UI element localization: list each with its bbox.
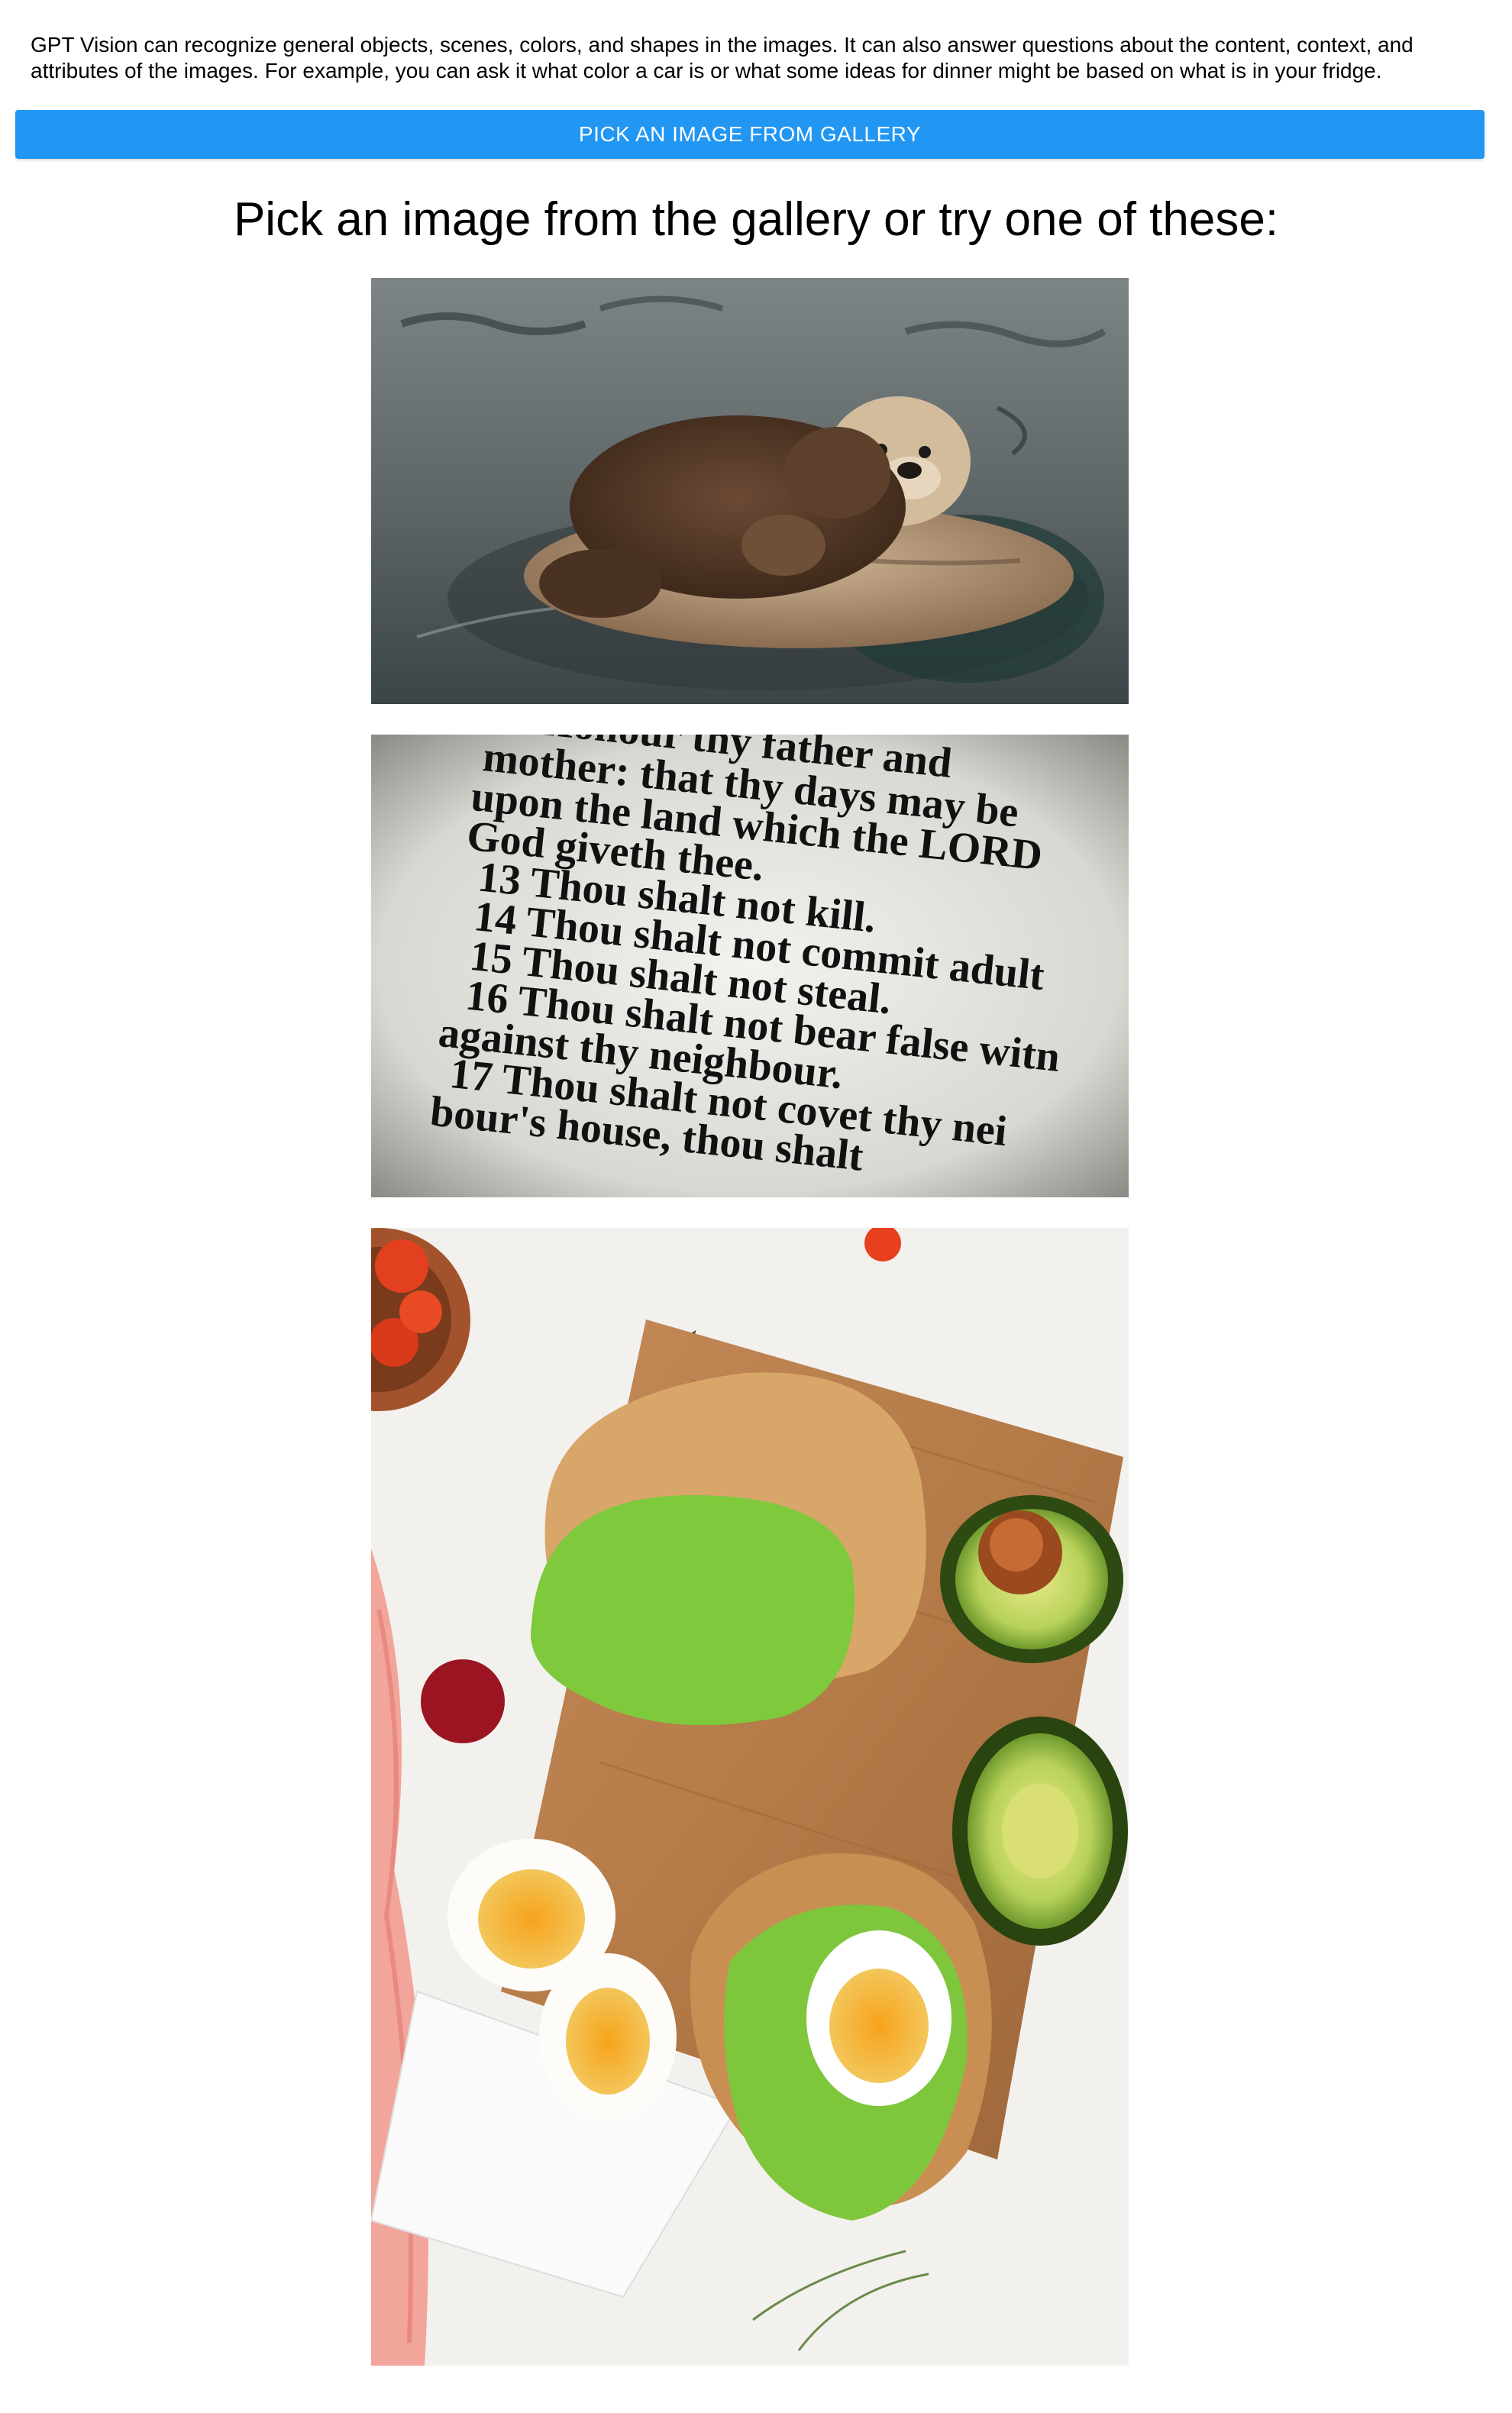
pick-image-from-gallery-button[interactable]: PICK AN IMAGE FROM GALLERY xyxy=(15,110,1485,159)
sample-image-bible-text[interactable]: 12 Honour thy father and mother: that th… xyxy=(371,735,1129,1197)
sample-image-otters[interactable] xyxy=(371,278,1129,704)
sample-image-avocado-toast[interactable] xyxy=(371,1228,1129,2366)
otters-photo xyxy=(371,278,1129,704)
intro-text: GPT Vision can recognize general objects… xyxy=(31,33,1413,82)
samples-heading: Pick an image from the gallery or try on… xyxy=(233,193,1279,246)
avocado-toast-photo xyxy=(371,1228,1129,2366)
bible-page-photo: 12 Honour thy father and mother: that th… xyxy=(371,735,1129,1197)
